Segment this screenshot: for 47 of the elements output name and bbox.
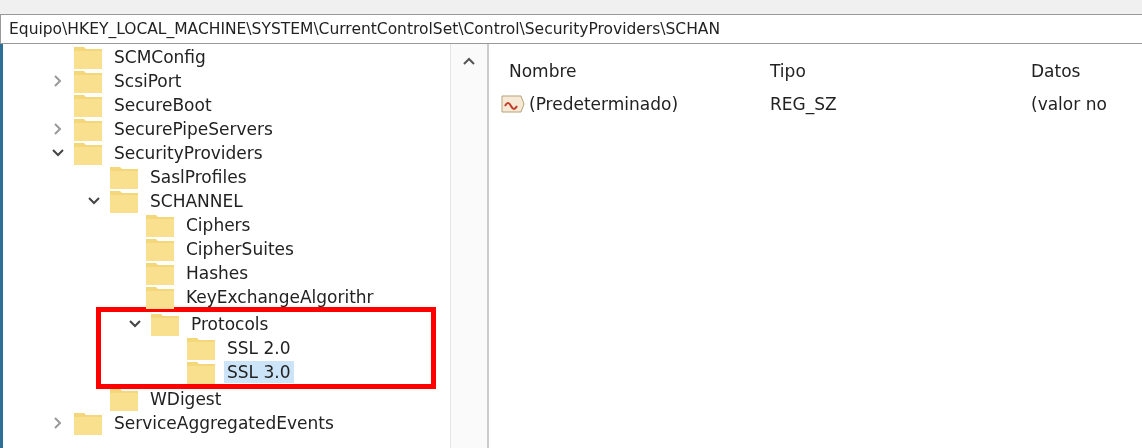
expand-chevron-icon[interactable] <box>53 416 63 430</box>
folder-icon <box>73 68 103 94</box>
tree-item[interactable]: SSL 3.0 <box>224 361 294 383</box>
tree-item[interactable]: SaslProfiles <box>147 166 250 188</box>
table-cell: REG_SZ <box>770 94 837 114</box>
table-cell: (valor no <box>1031 94 1107 114</box>
string-value-icon <box>501 94 525 114</box>
tree-item[interactable]: SecureBoot <box>111 94 215 116</box>
tree-item[interactable]: SCMConfig <box>111 46 209 68</box>
tree-item[interactable]: SecurePipeServers <box>111 118 276 140</box>
folder-icon <box>145 212 175 238</box>
folder-icon <box>109 188 139 214</box>
folder-icon <box>145 284 175 310</box>
folder-icon <box>109 386 139 412</box>
tree-item[interactable]: SSL 2.0 <box>224 337 294 359</box>
tree-item[interactable]: Protocols <box>188 313 272 335</box>
collapse-chevron-icon[interactable] <box>87 196 101 206</box>
collapse-chevron-icon[interactable] <box>128 319 142 329</box>
column-header[interactable]: Datos <box>1031 61 1142 81</box>
folder-icon <box>73 116 103 142</box>
folder-icon <box>186 335 216 361</box>
tree-item[interactable]: Ciphers <box>183 214 254 236</box>
tree-item[interactable]: ScsiPort <box>111 70 185 92</box>
scroll-up-icon[interactable] <box>462 56 476 66</box>
tree-item[interactable]: ServiceAggregatedEvents <box>111 412 337 434</box>
folder-icon <box>73 44 103 70</box>
expand-chevron-icon[interactable] <box>53 122 63 136</box>
folder-icon <box>145 236 175 262</box>
folder-icon <box>73 410 103 436</box>
collapse-chevron-icon[interactable] <box>51 148 65 158</box>
folder-icon <box>109 164 139 190</box>
address-bar[interactable]: Equipo\HKEY_LOCAL_MACHINE\SYSTEM\CurrentControlSet\Control\SecurityProviders\SCHAN <box>0 14 1142 44</box>
tree-item[interactable]: WDigest <box>147 388 225 410</box>
column-header[interactable]: Tipo <box>770 61 1031 81</box>
column-header[interactable]: Nombre <box>509 61 770 81</box>
folder-icon <box>73 140 103 166</box>
tree-item[interactable]: Hashes <box>183 262 252 284</box>
folder-icon <box>145 260 175 286</box>
folder-icon <box>186 359 216 385</box>
folder-icon <box>73 92 103 118</box>
folder-icon <box>150 311 180 337</box>
tree-item[interactable]: SecurityProviders <box>111 142 266 164</box>
tree-item[interactable]: CipherSuites <box>183 238 297 260</box>
expand-chevron-icon[interactable] <box>53 74 63 88</box>
tree-item[interactable]: KeyExchangeAlgorithr <box>183 286 377 308</box>
tree-item[interactable]: SCHANNEL <box>147 190 246 212</box>
table-cell: (Predeterminado) <box>529 94 679 114</box>
